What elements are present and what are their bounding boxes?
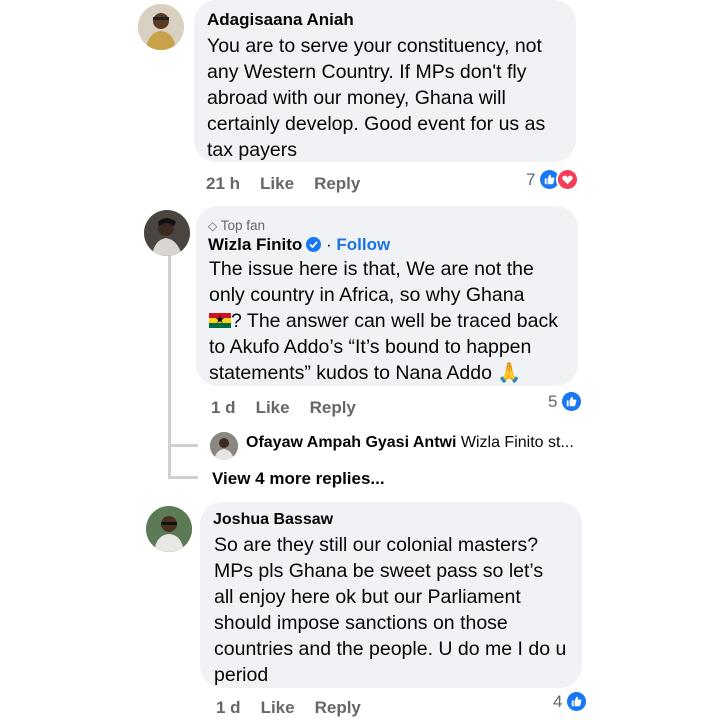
avatar[interactable] [146, 506, 192, 552]
reply-author: Ofayaw Ampah Gyasi Antwi [246, 434, 457, 451]
comment-actions: 1 d Like Reply [211, 398, 376, 418]
like-button[interactable]: Like [256, 398, 290, 417]
reply-text: Wizla Finito st... [460, 434, 574, 451]
diamond-icon: ◇ [208, 219, 218, 233]
avatar[interactable] [144, 210, 190, 256]
avatar[interactable] [210, 432, 238, 460]
thread-line-branch [168, 476, 198, 479]
like-button[interactable]: Like [261, 698, 295, 717]
comment-time[interactable]: 1 d [211, 398, 236, 417]
comment-actions: 1 d Like Reply [216, 698, 381, 718]
view-more-replies[interactable]: View 4 more replies... [212, 469, 385, 489]
thread-line [168, 256, 171, 446]
check-badge-icon [306, 237, 322, 252]
thumbs-up-icon [560, 390, 584, 413]
thumbs-up-icon [565, 690, 589, 713]
like-button[interactable]: Like [260, 174, 294, 193]
reaction-summary[interactable]: 7 [526, 168, 580, 191]
reply-button[interactable]: Reply [315, 698, 361, 717]
reaction-summary[interactable]: 5 [548, 390, 584, 413]
ghana-flag-icon [209, 313, 231, 328]
thread-line [168, 440, 171, 478]
comment-text: You are to serve your constituency, not … [207, 35, 546, 161]
top-fan-label: Top fan [220, 218, 266, 233]
reaction-summary[interactable]: 4 [553, 690, 589, 713]
comment-author[interactable]: Adagisaana Aniah [207, 10, 354, 30]
comment-time[interactable]: 1 d [216, 698, 241, 717]
comment-actions: 21 h Like Reply [206, 174, 380, 194]
comment-author-row: Wizla Finito · Follow [208, 235, 391, 254]
comment-text: So are they still our colonial masters? … [214, 534, 567, 686]
reply-button[interactable]: Reply [310, 398, 356, 417]
comment-text: The issue here is that, We are not the o… [209, 256, 579, 386]
comment-text-part: The issue here is that, We are not the o… [209, 258, 534, 306]
follow-button[interactable]: Follow [336, 235, 390, 254]
thread-line-branch [168, 444, 198, 447]
reaction-count: 7 [526, 169, 536, 189]
top-fan-badge: ◇ Top fan [208, 218, 265, 233]
praying-hands-icon: 🙏 [497, 362, 522, 384]
comment-author[interactable]: Joshua Bassaw [213, 511, 333, 529]
comment-time[interactable]: 21 h [206, 174, 240, 193]
reaction-count: 4 [553, 691, 563, 711]
reply-preview[interactable]: Ofayaw Ampah Gyasi Antwi Wizla Finito st… [246, 434, 574, 452]
avatar[interactable] [138, 4, 184, 50]
reaction-count: 5 [548, 391, 558, 411]
reply-button[interactable]: Reply [314, 174, 360, 193]
heart-icon [556, 168, 580, 191]
comment-author[interactable]: Wizla Finito [208, 235, 302, 254]
